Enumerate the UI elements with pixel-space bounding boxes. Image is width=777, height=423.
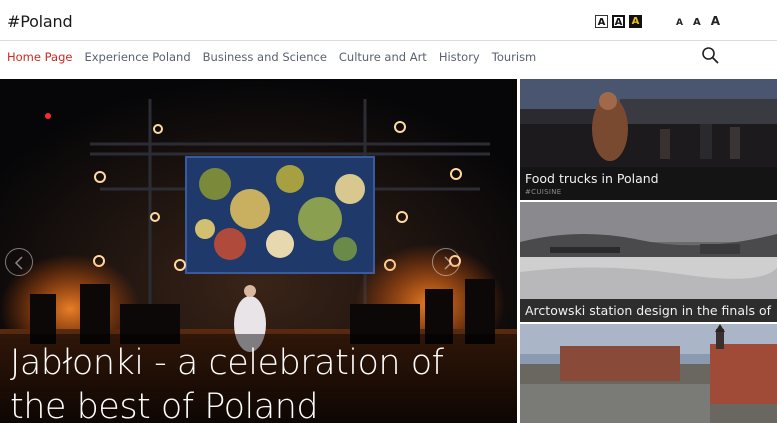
font-size-medium-button[interactable]: A xyxy=(693,17,701,28)
card-tag[interactable]: #CUISINE xyxy=(525,188,772,196)
contrast-normal-button[interactable]: A xyxy=(595,15,608,28)
hero-title[interactable]: Jabłonki - a celebration of the best of … xyxy=(10,341,510,423)
chevron-right-icon xyxy=(444,256,453,270)
site-logo[interactable]: #Poland xyxy=(7,12,73,31)
search-icon[interactable] xyxy=(701,46,719,64)
warsaw-old-town-image xyxy=(520,324,777,423)
article-card-arctowski[interactable]: Arctowski station design in the finals o… xyxy=(520,202,777,322)
article-card-warsaw[interactable] xyxy=(520,324,777,423)
font-size-small-button[interactable]: A xyxy=(676,18,683,28)
nav-item-history[interactable]: History xyxy=(439,50,480,64)
contrast-high-button[interactable]: A xyxy=(629,15,642,28)
chevron-left-icon xyxy=(14,256,23,270)
article-card-food-trucks[interactable]: Food trucks in Poland #CUISINE xyxy=(520,79,777,200)
main-nav: Home Page Experience Poland Business and… xyxy=(0,42,777,78)
contrast-outline-button[interactable]: A xyxy=(612,15,625,28)
font-size-large-button[interactable]: A xyxy=(711,14,720,28)
nav-item-business-science[interactable]: Business and Science xyxy=(203,50,327,64)
hero-next-arrow[interactable] xyxy=(432,248,460,276)
card-caption: Food trucks in Poland #CUISINE xyxy=(520,167,777,200)
contrast-switcher: A A A xyxy=(595,15,642,28)
card-title[interactable]: Arctowski station design in the finals o… xyxy=(525,303,772,318)
nav-item-tourism[interactable]: Tourism xyxy=(492,50,537,64)
hero-prev-arrow[interactable] xyxy=(5,248,33,276)
nav-item-experience-poland[interactable]: Experience Poland xyxy=(84,50,190,64)
nav-item-home[interactable]: Home Page xyxy=(7,50,72,64)
card-caption: Arctowski station design in the finals o… xyxy=(520,299,777,322)
card-title[interactable]: Food trucks in Poland xyxy=(525,171,772,186)
hero-slider[interactable]: Jabłonki - a celebration of the best of … xyxy=(0,79,517,423)
top-bar: #Poland A A A A A A xyxy=(0,0,777,41)
nav-item-culture-art[interactable]: Culture and Art xyxy=(339,50,427,64)
font-size-switcher: A A A xyxy=(676,14,720,28)
